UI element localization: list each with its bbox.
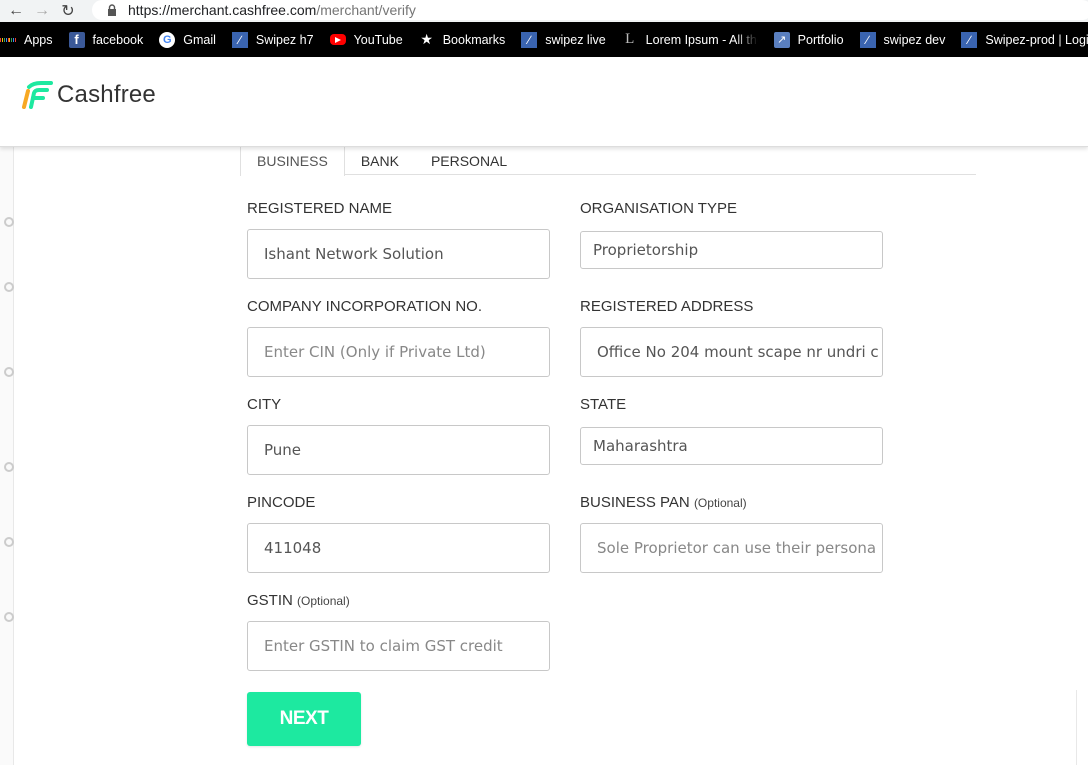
swipez-icon: ∕ [231, 31, 248, 48]
bookmark-swipez-prod[interactable]: ∕ Swipez-prod | Login [961, 31, 1088, 48]
bookmark-label: Portfolio [797, 32, 844, 47]
app-header: Cashfree [0, 57, 1088, 147]
pincode-field[interactable]: 411048 [247, 523, 550, 573]
company-incorporation-field[interactable]: Enter CIN (Only if Private Ltd) [247, 327, 550, 377]
swipez-icon: ∕ [521, 31, 538, 48]
forward-arrow-icon[interactable]: → [32, 1, 52, 21]
swipez-icon: ∕ [961, 31, 978, 48]
browser-toolbar: ← → ↻ https://merchant.cashfree.com/merc… [0, 0, 1088, 22]
scrollbar-track[interactable] [1076, 690, 1088, 765]
bookmark-apps[interactable]: Apps [0, 32, 53, 48]
sidebar-collapsed [0, 147, 14, 765]
bookmark-label: Bookmarks [442, 32, 506, 47]
registered-name-label: REGISTERED NAME [247, 200, 393, 217]
bookmark-label: Swipez h7 [255, 32, 314, 47]
bookmark-label: YouTube [353, 32, 403, 47]
bookmark-label: facebook [92, 32, 144, 47]
lock-icon [108, 4, 116, 16]
bookmark-swipez-h7[interactable]: ∕ Swipez h7 [231, 31, 314, 48]
registered-name-field[interactable]: Ishant Network Solution [247, 229, 550, 279]
cashfree-logo[interactable]: Cashfree [21, 81, 156, 109]
bookmark-facebook[interactable]: f facebook [68, 31, 144, 48]
city-label: CITY [247, 396, 282, 413]
business-pan-label-text: BUSINESS PAN [580, 494, 690, 511]
bookmark-label: Swipez-prod | Login [985, 32, 1088, 47]
bookmark-lorem-ipsum[interactable]: L Lorem Ipsum - All the [622, 31, 758, 48]
cashfree-logo-icon [22, 81, 53, 109]
bookmarks-bar: Apps f facebook G Gmail ∕ Swipez h7 YouT… [0, 22, 1088, 57]
bookmark-label: swipez live [545, 32, 606, 47]
bookmark-swipez-dev[interactable]: ∕ swipez dev [859, 31, 946, 48]
business-pan-field[interactable]: Sole Proprietor can use their persona [580, 523, 883, 573]
portfolio-icon: ↗ [773, 31, 790, 48]
back-arrow-icon[interactable]: ← [6, 1, 26, 21]
reload-icon[interactable]: ↻ [58, 1, 78, 21]
bookmark-bookmarks[interactable]: ★ Bookmarks [419, 31, 506, 48]
bookmark-label: swipez dev [883, 32, 946, 47]
city-field[interactable]: Pune [247, 425, 550, 475]
google-icon: G [159, 31, 176, 48]
bookmark-label: Apps [24, 32, 53, 47]
organisation-type-select[interactable]: Proprietorship [580, 231, 883, 269]
star-icon: ★ [420, 31, 433, 47]
optional-tag: (Optional) [693, 496, 747, 510]
pincode-label: PINCODE [247, 494, 316, 511]
bookmark-label: Lorem Ipsum - All the [645, 32, 758, 47]
next-button[interactable]: NEXT [247, 692, 361, 746]
registered-address-field[interactable]: Office No 204 mount scape nr undri c [580, 327, 883, 377]
url-path: /merchant/verify [316, 2, 416, 18]
facebook-icon: f [68, 31, 85, 48]
business-pan-label: BUSINESS PAN (Optional) [580, 494, 747, 511]
swipez-icon: ∕ [859, 31, 876, 48]
bookmark-label: Gmail [183, 32, 216, 47]
registered-address-label: REGISTERED ADDRESS [580, 298, 754, 315]
bookmark-gmail[interactable]: G Gmail [159, 31, 216, 48]
apps-grid-icon [0, 32, 17, 48]
state-label: STATE [580, 396, 627, 413]
lorem-icon: L [625, 31, 635, 47]
gstin-label-text: GSTIN [247, 592, 293, 609]
youtube-icon [329, 34, 346, 45]
bookmark-youtube[interactable]: YouTube [329, 32, 403, 48]
state-select[interactable]: Maharashtra [580, 427, 883, 465]
brand-name: Cashfree [57, 81, 156, 108]
url-host: https://merchant.cashfree.com [128, 2, 317, 18]
organisation-type-label: ORGANISATION TYPE [580, 200, 737, 217]
bookmark-portfolio[interactable]: ↗ Portfolio [773, 31, 844, 48]
optional-tag: (Optional) [297, 594, 350, 608]
gstin-label: GSTIN (Optional) [247, 592, 350, 609]
company-incorporation-label: COMPANY INCORPORATION NO. [247, 298, 483, 315]
bookmark-swipez-live[interactable]: ∕ swipez live [521, 31, 606, 48]
gstin-field[interactable]: Enter GSTIN to claim GST credit [247, 621, 550, 671]
address-bar[interactable]: https://merchant.cashfree.com/merchant/v… [92, 0, 1088, 20]
